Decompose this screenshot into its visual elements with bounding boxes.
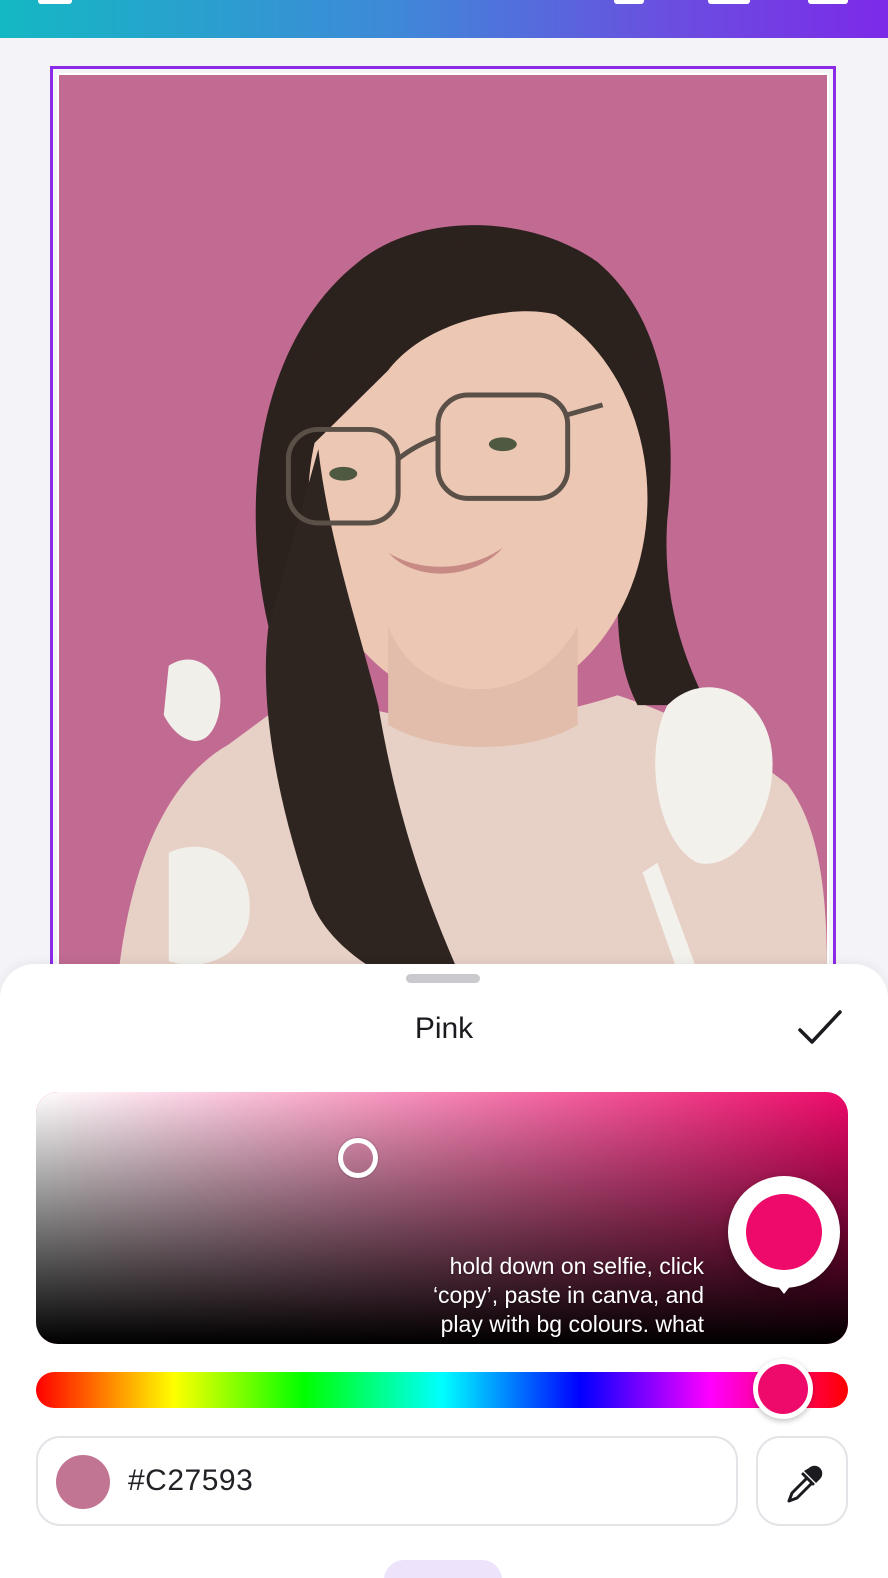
drag-handle[interactable] [406,974,480,983]
hue-slider-thumb[interactable] [753,1359,813,1419]
eyedropper-button[interactable] [756,1436,848,1526]
caption-line: colours de-saturate my skin? [284,1339,704,1344]
toolbar-icon[interactable] [808,0,848,4]
app-top-bar [0,0,888,38]
color-name-title: Pink [414,1012,474,1045]
toolbar-icon[interactable] [614,0,644,4]
bottom-button-peek[interactable] [384,1560,502,1578]
selected-color-preview [728,1176,840,1294]
checkmark-icon [798,1010,842,1044]
current-color-swatch [56,1455,110,1509]
selfie-photo[interactable] [59,75,827,971]
caption-line: ‘copy’, paste in canva, and [432,1282,704,1308]
selected-color-swatch [746,1194,822,1270]
toolbar-icon[interactable] [708,0,750,4]
caption-line: play with bg colours. what [440,1311,704,1337]
saturation-value-picker[interactable]: hold down on selfie, click ‘copy’, paste … [36,1092,848,1344]
color-picker-screen: Pink hold down on selfie, click ‘copy’, p… [0,0,888,1578]
eyedropper-icon [787,1465,823,1503]
video-caption-overlay: hold down on selfie, click ‘copy’, paste … [284,1252,704,1344]
design-canvas[interactable] [50,66,836,976]
hue-slider[interactable] [36,1359,848,1419]
hex-color-value[interactable]: #C27593 [128,1464,253,1498]
saturation-value-cursor[interactable] [338,1138,378,1178]
done-button[interactable] [796,1006,844,1050]
menu-icon[interactable] [38,0,72,4]
caption-line: hold down on selfie, click [449,1253,704,1279]
color-picker-sheet: Pink hold down on selfie, click ‘copy’, p… [0,964,888,1578]
hex-color-field[interactable]: #C27593 [36,1436,738,1526]
canvas-page [57,73,829,973]
